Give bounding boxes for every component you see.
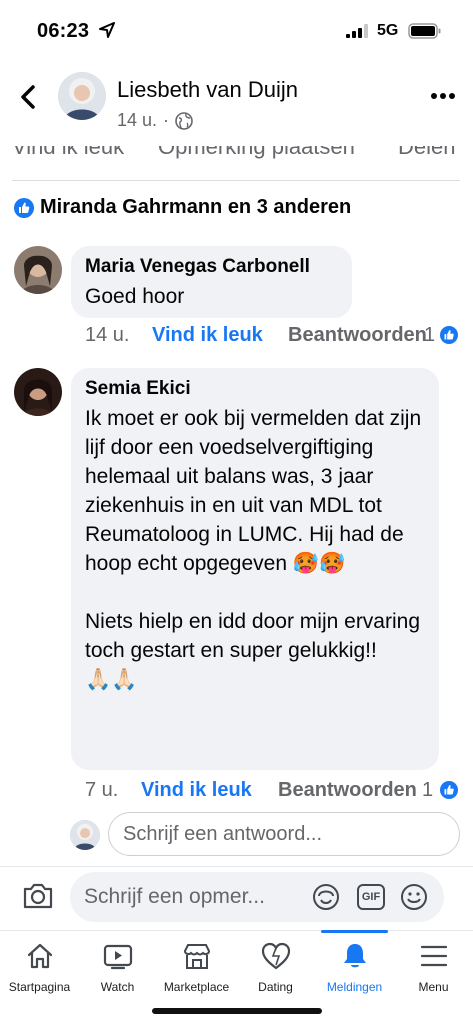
post-comment-button[interactable]: Opmerking plaatsen <box>158 146 355 160</box>
comment-reaction-count: 1 <box>422 779 434 801</box>
camera-icon[interactable] <box>22 882 54 910</box>
commenter-avatar[interactable] <box>14 368 62 416</box>
tab-marketplace[interactable]: Marketplace <box>157 931 236 1001</box>
status-bar: 06:23 5G <box>0 0 473 60</box>
comment-reply-button[interactable]: Beantwoorden <box>288 324 427 347</box>
tab-label: Marketplace <box>163 980 230 994</box>
tab-label: Menu <box>418 980 449 994</box>
tab-label: Watch <box>100 980 135 994</box>
back-arrow-icon[interactable] <box>14 82 42 112</box>
dating-icon <box>261 942 290 970</box>
author-avatar[interactable] <box>58 72 106 120</box>
status-time: 06:23 <box>37 20 90 42</box>
author-name[interactable]: Liesbeth van Duijn <box>117 77 298 103</box>
bell-icon <box>343 944 366 968</box>
location-arrow-icon <box>99 22 115 38</box>
reply-input[interactable]: Schrijf een antwoord... <box>108 812 460 856</box>
divider <box>0 866 473 867</box>
tab-home[interactable]: Startpagina <box>0 931 79 1001</box>
home-icon <box>27 943 52 969</box>
comment-time: 7 u. <box>85 779 119 801</box>
commenter-avatar[interactable] <box>14 246 62 294</box>
comment-bubble: Maria Venegas Carbonell Goed hoor <box>71 246 352 318</box>
tab-label: Startpagina <box>8 980 71 994</box>
reply-placeholder: Schrijf een antwoord... <box>123 823 322 845</box>
home-indicator <box>152 1008 322 1014</box>
bottom-tab-bar: Startpagina Watch Marketplace Dating Mel… <box>0 930 473 1000</box>
tab-label: Meldingen <box>326 980 383 994</box>
comment-reaction-count: 1 <box>424 324 436 346</box>
tab-notifications[interactable]: Meldingen <box>315 930 394 1001</box>
post-actions-row: Vind ik leuk Opmerking plaatsen Delen <box>0 146 473 168</box>
tab-watch[interactable]: Watch <box>78 931 157 1001</box>
globe-icon <box>175 111 193 130</box>
like-reaction-icon[interactable] <box>440 781 458 799</box>
post-share-button[interactable]: Delen <box>398 146 455 160</box>
battery-icon <box>408 23 441 39</box>
comment-text: Ik moet er ook bij vermelden dat zijn li… <box>85 407 422 691</box>
comment-reply-button[interactable]: Beantwoorden <box>278 779 417 802</box>
tab-menu[interactable]: Menu <box>394 931 473 1001</box>
avatar-sticker-icon[interactable] <box>312 883 340 911</box>
user-avatar <box>70 820 100 850</box>
comment-placeholder: Schrijf een opmer... <box>84 885 265 908</box>
post-time: 14 u. <box>117 110 158 130</box>
comment-composer: Schrijf een opmer... GIF <box>0 872 473 924</box>
comment-like-button[interactable]: Vind ik leuk <box>141 779 252 802</box>
like-reaction-icon <box>14 197 34 218</box>
menu-icon <box>420 945 447 967</box>
post-like-button[interactable]: Vind ik leuk <box>12 146 124 160</box>
network-label: 5G <box>377 22 399 39</box>
more-options-icon[interactable] <box>430 92 456 100</box>
signal-icon <box>346 24 368 38</box>
reactions-summary[interactable]: Miranda Gahrmann en 3 anderen <box>14 196 351 219</box>
gif-button[interactable]: GIF <box>357 884 385 910</box>
comment-bubble: Semia Ekici Ik moet er ook bij vermelden… <box>71 368 439 770</box>
comment-author[interactable]: Semia Ekici <box>85 378 425 400</box>
reply-row: Schrijf een antwoord... <box>0 812 473 862</box>
reactions-text: Miranda Gahrmann en 3 anderen <box>40 196 352 218</box>
like-reaction-icon[interactable] <box>440 326 458 344</box>
watch-icon <box>103 944 132 970</box>
comment-input[interactable]: Schrijf een opmer... GIF <box>70 872 444 922</box>
comment-time: 14 u. <box>85 324 130 346</box>
post-meta: 14 u. · <box>117 110 193 131</box>
comment-author[interactable]: Maria Venegas Carbonell <box>85 256 338 278</box>
comment-like-button[interactable]: Vind ik leuk <box>152 324 263 347</box>
post-header: Liesbeth van Duijn 14 u. · <box>0 66 473 146</box>
meta-separator: · <box>163 110 170 130</box>
marketplace-icon <box>183 944 210 969</box>
gif-label: GIF <box>361 891 381 903</box>
comment-text: Goed hoor <box>85 285 185 308</box>
comment-actions: 7 u. Vind ik leuk Beantwoorden 1 <box>0 779 473 805</box>
emoji-icon[interactable] <box>400 883 428 911</box>
tab-dating[interactable]: Dating <box>236 931 315 1001</box>
tab-label: Dating <box>258 980 293 994</box>
comment-actions: 14 u. Vind ik leuk Beantwoorden 1 <box>0 324 473 350</box>
divider <box>12 180 460 181</box>
